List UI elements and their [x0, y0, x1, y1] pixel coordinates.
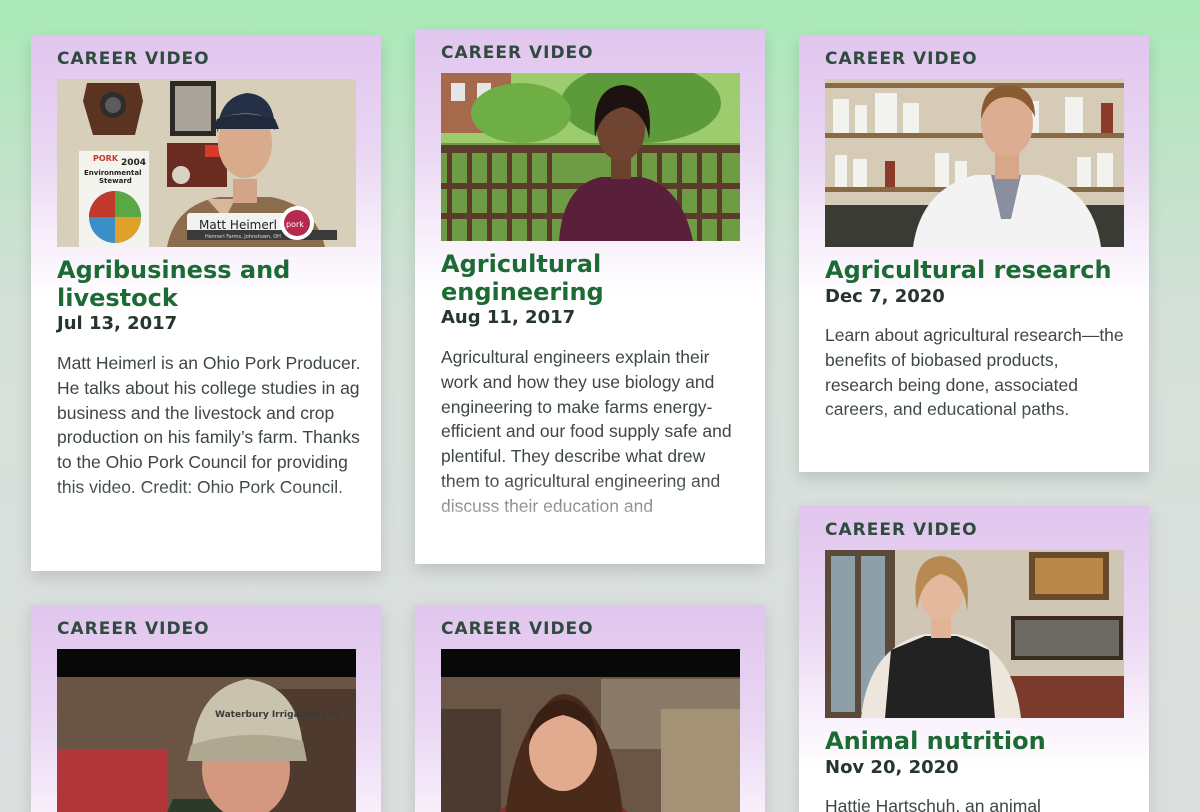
- sub-caption: Heimerl Farms, Johnstown, OH: [205, 234, 281, 240]
- video-thumbnail-image: PORK 2004 Environmental Steward Matt Hei…: [57, 79, 356, 247]
- card-date: Nov 20, 2020: [825, 757, 959, 778]
- card-title[interactable]: Agricultural engineering: [441, 250, 741, 306]
- career-card-ag-research[interactable]: CAREER VIDEO Agricultural research Dec 7…: [799, 35, 1149, 472]
- career-card-agribusiness[interactable]: CAREER VIDEO PORK 2004 Environmental Ste…: [31, 35, 381, 571]
- card-description: Agricultural engineers explain their wor…: [441, 347, 732, 516]
- video-thumbnail-image: Waterbury Irrigation LLC: [57, 649, 356, 812]
- poster-brand: PORK: [93, 154, 119, 163]
- card-title[interactable]: Agribusiness and livestock: [57, 256, 357, 312]
- poster-line2: Steward: [99, 177, 132, 185]
- card-category-label: CAREER VIDEO: [57, 49, 210, 69]
- video-thumbnail-image: [441, 73, 740, 241]
- card-description: Hattie Hartschuh, an animal: [825, 796, 1041, 812]
- career-card-animal-nutrition[interactable]: CAREER VIDEO Animal nutrition Nov 20, 20…: [799, 506, 1149, 812]
- video-thumbnail[interactable]: [825, 550, 1124, 718]
- card-date: Aug 11, 2017: [441, 307, 576, 328]
- card-category-label: CAREER VIDEO: [441, 43, 594, 63]
- poster-line1: Environmental: [84, 169, 141, 177]
- career-card-irrigation[interactable]: CAREER VIDEO Waterbury Irrigation LLC: [31, 605, 381, 812]
- card-title[interactable]: Animal nutrition: [825, 727, 1125, 755]
- video-thumbnail[interactable]: [825, 79, 1124, 247]
- card-date: Jul 13, 2017: [57, 313, 178, 334]
- career-card-sixth[interactable]: CAREER VIDEO: [415, 605, 765, 812]
- pork-badge: pork: [286, 220, 304, 229]
- card-category-label: CAREER VIDEO: [57, 619, 210, 639]
- career-card-ag-engineering[interactable]: CAREER VIDEO Agricultural engineering Au…: [415, 29, 765, 564]
- cap-text: Waterbury Irrigation LLC: [215, 710, 341, 720]
- video-thumbnail-image: [825, 550, 1124, 718]
- card-category-label: CAREER VIDEO: [825, 49, 978, 69]
- card-description: Learn about agricultural research—the be…: [825, 325, 1124, 420]
- video-thumbnail-image: [825, 79, 1124, 247]
- card-date: Dec 7, 2020: [825, 286, 945, 307]
- card-category-label: CAREER VIDEO: [441, 619, 594, 639]
- video-thumbnail[interactable]: [441, 649, 740, 812]
- video-thumbnail[interactable]: [441, 73, 740, 241]
- video-thumbnail-image: [441, 649, 740, 812]
- card-title[interactable]: Agricultural research: [825, 256, 1125, 284]
- card-category-label: CAREER VIDEO: [825, 520, 978, 540]
- video-thumbnail[interactable]: PORK 2004 Environmental Steward Matt Hei…: [57, 79, 356, 247]
- name-caption: Matt Heimerl: [199, 218, 277, 232]
- card-description: Matt Heimerl is an Ohio Pork Producer. H…: [57, 353, 361, 497]
- poster-year: 2004: [121, 158, 146, 168]
- video-thumbnail[interactable]: Waterbury Irrigation LLC: [57, 649, 356, 812]
